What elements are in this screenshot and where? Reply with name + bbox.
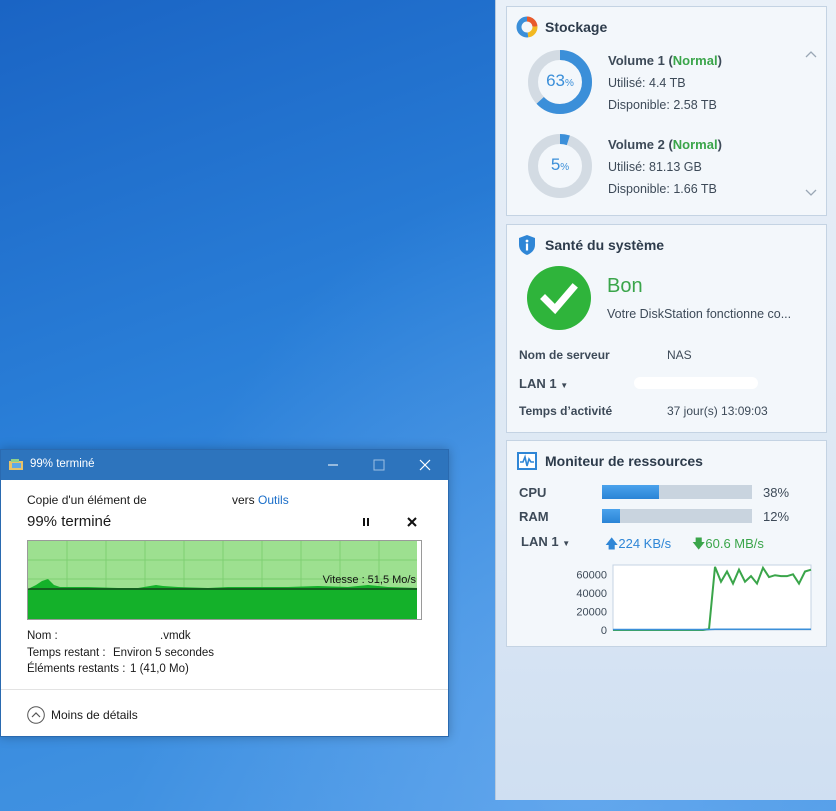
volume-1-percent: 63% (546, 71, 574, 90)
info-shield-icon (519, 235, 535, 255)
download-rate: 🡇60.6 MB/s (692, 536, 764, 551)
copy-folder-icon (9, 459, 23, 470)
volume-1-name: Volume 1 (Normal) (608, 53, 722, 68)
items-remaining-label: Éléments restants : (27, 663, 126, 675)
cpu-bar-fill (602, 485, 659, 499)
resource-monitor-widget: Moniteur de ressources CPU 38% RAM 12% L… (506, 440, 827, 647)
items-remaining-value: 1 (41,0 Mo) (130, 663, 189, 675)
ram-bar-fill (602, 509, 620, 523)
copy-destination-text: vers Outils (232, 493, 289, 507)
health-description: Votre DiskStation fonctionne co... (607, 307, 792, 321)
volume-1-free: Disponible: 2.58 TB (608, 98, 717, 112)
dialog-divider (1, 689, 448, 690)
cpu-percent: 38% (763, 485, 790, 500)
uptime-value: 37 jour(s) 13:09:03 (667, 404, 768, 418)
widget-panel: Stockage 63% Volume 1 (Normal) Utilisé: … (495, 0, 836, 800)
name-value: .vmdk (160, 630, 191, 642)
monitor-title: Moniteur de ressources (545, 453, 703, 469)
y-tick-label: 20000 (576, 606, 607, 618)
time-remaining-label: Temps restant : (27, 647, 106, 659)
pulse-monitor-icon (517, 452, 537, 470)
caret-down-icon: ▼ (560, 381, 569, 390)
lan-dropdown[interactable]: LAN 1 ▼ (519, 376, 568, 391)
arrow-down-icon: 🡇 (692, 536, 706, 551)
checkmark-icon (527, 266, 591, 330)
storage-widget: Stockage 63% Volume 1 (Normal) Utilisé: … (506, 6, 827, 216)
health-status: Bon (607, 275, 643, 297)
y-tick-label: 60000 (576, 569, 607, 581)
volume-1-status: Normal (672, 53, 718, 68)
less-details-button[interactable]: Moins de détails (51, 708, 138, 722)
volume-1[interactable]: 63% Volume 1 (Normal) Utilisé: 4.4 TB Di… (527, 49, 817, 119)
dialog-title: 99% terminé (30, 458, 95, 470)
ram-label: RAM (519, 509, 549, 524)
volume-1-used: Utilisé: 4.4 TB (608, 76, 686, 90)
y-tick-label: 40000 (576, 588, 607, 600)
ram-percent: 12% (763, 509, 790, 524)
uptime-label: Temps d’activité (519, 404, 613, 418)
close-button[interactable] (402, 450, 448, 480)
cancel-button[interactable] (405, 515, 419, 529)
transfer-speed-graph: Vitesse : 51,5 Mo/s (27, 540, 422, 620)
progress-heading: 99% terminé (27, 513, 112, 530)
caret-down-icon: ▼ (562, 539, 571, 548)
server-name-label: Nom de serveur (519, 348, 610, 362)
name-label: Nom : (27, 630, 58, 642)
volume-2-used: Utilisé: 81.13 GB (608, 160, 702, 174)
server-name-value: NAS (667, 348, 692, 362)
destination-link[interactable]: Outils (258, 493, 289, 507)
dialog-titlebar[interactable]: 99% terminé (1, 450, 448, 480)
lan-network-dropdown[interactable]: LAN 1 ▼ (521, 534, 570, 549)
collapse-chevron-icon[interactable] (27, 706, 45, 724)
copy-source-text: Copie d'un élément de (27, 493, 147, 507)
y-tick-label: 0 (601, 625, 607, 637)
cpu-bar (602, 485, 752, 499)
copy-progress-dialog: 99% terminé Copie d'un élément de vers O… (0, 449, 449, 737)
network-chart: 60000 40000 20000 0 (576, 564, 812, 637)
chevron-down-icon[interactable] (804, 188, 818, 198)
volume-2[interactable]: 5% Volume 2 (Normal) Utilisé: 81.13 GB D… (527, 133, 817, 203)
system-health-widget: Santé du système Bon Votre DiskStation f… (506, 224, 827, 433)
volume-2-percent: 5% (550, 155, 570, 174)
volume-2-free: Disponible: 1.66 TB (608, 182, 717, 196)
volume-2-name: Volume 2 (Normal) (608, 137, 722, 152)
cpu-label: CPU (519, 485, 547, 500)
volume-2-status: Normal (672, 137, 718, 152)
health-title: Santé du système (545, 237, 665, 253)
storage-pie-icon (516, 16, 538, 38)
storage-title: Stockage (545, 19, 608, 35)
redacted-ip (634, 377, 758, 389)
minimize-button[interactable] (310, 450, 356, 480)
arrow-up-icon: 🡅 (605, 536, 619, 551)
pause-button[interactable] (359, 515, 373, 529)
maximize-button[interactable] (356, 450, 402, 480)
ram-bar (602, 509, 752, 523)
time-remaining-value: Environ 5 secondes (113, 647, 215, 659)
speed-label: Vitesse : 51,5 Mo/s (322, 574, 416, 586)
upload-rate: 🡅224 KB/s (605, 536, 672, 551)
